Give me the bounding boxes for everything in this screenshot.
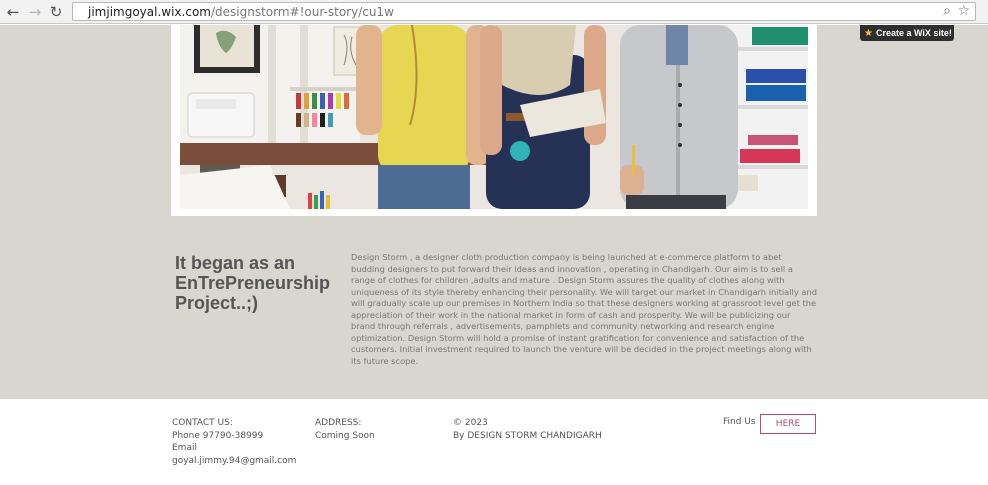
copyright-text: © 2023 bbox=[453, 418, 488, 428]
address-heading: ADDRESS: bbox=[315, 418, 362, 428]
copyright-column: © 2023 By DESIGN STORM CHANDIGARH bbox=[453, 417, 602, 442]
wix-badge-label: Create a WiX site! bbox=[875, 28, 952, 38]
find-us-label: Find Us bbox=[723, 417, 756, 427]
reload-icon[interactable]: ↻ bbox=[47, 3, 65, 21]
bookmark-star-icon[interactable]: ☆ bbox=[957, 3, 970, 20]
url-host: jimjimgoyal.wix.com bbox=[88, 5, 211, 19]
url-path: /designstorm#!our-story/cu1w bbox=[210, 5, 394, 19]
star-icon: ★ bbox=[864, 27, 873, 39]
forward-arrow-icon[interactable]: → bbox=[26, 3, 44, 21]
story-body: Design Storm , a designer cloth producti… bbox=[351, 252, 817, 366]
browser-toolbar: ← → ↻ jimjimgoyal.wix.com/designstorm#!o… bbox=[0, 0, 988, 24]
back-arrow-icon[interactable]: ← bbox=[4, 3, 22, 21]
story-title: It began as an EnTrePreneurship Project.… bbox=[175, 253, 331, 313]
create-wix-site-badge[interactable]: ★ Create a WiX site! bbox=[860, 25, 954, 41]
address-value: Coming Soon bbox=[315, 430, 375, 441]
url-text[interactable]: jimjimgoyal.wix.com/designstorm#!our-sto… bbox=[88, 5, 394, 19]
hero-photo-illustration bbox=[180, 25, 808, 209]
address-bar[interactable]: jimjimgoyal.wix.com/designstorm#!our-sto… bbox=[72, 2, 976, 21]
hero-image-frame bbox=[171, 25, 817, 216]
here-button[interactable]: HERE bbox=[760, 414, 816, 434]
footer: CONTACT US: Phone 97790-38999 Email goya… bbox=[0, 399, 988, 485]
byline-text: By DESIGN STORM CHANDIGARH bbox=[453, 430, 602, 441]
contact-heading: CONTACT US: bbox=[172, 418, 233, 428]
hero-photo bbox=[180, 25, 808, 209]
contact-email-label: Email bbox=[172, 443, 197, 453]
address-column: ADDRESS: Coming Soon bbox=[315, 417, 375, 442]
magnifier-icon[interactable]: ⌕ bbox=[943, 3, 951, 20]
contact-email[interactable]: goyal.jimmy.94@gmail.com bbox=[172, 455, 296, 468]
contact-column: CONTACT US: Phone 97790-38999 Email goya… bbox=[172, 417, 296, 467]
contact-phone: Phone 97790-38999 bbox=[172, 430, 264, 441]
